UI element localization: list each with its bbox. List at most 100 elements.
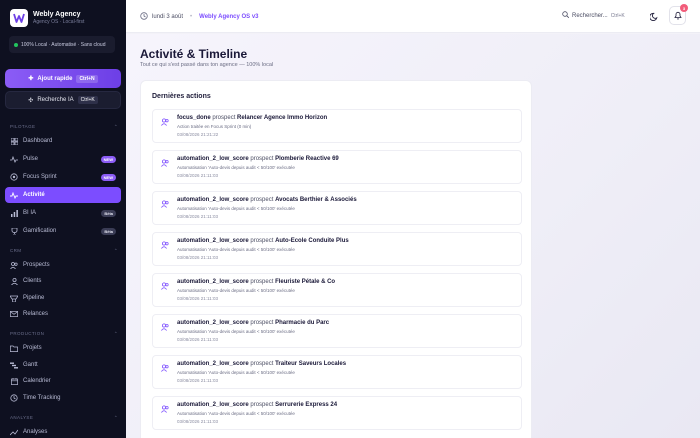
chevron-up-icon: ⌃ xyxy=(113,331,118,336)
action-detail: Automatisation 'Auto-devis depuis audit … xyxy=(177,329,295,334)
chevron-up-icon: ⌃ xyxy=(113,248,118,253)
grid-icon xyxy=(10,137,18,145)
action-type: focus_done xyxy=(177,115,211,121)
action-timestamp: 03/08/2026 21:11:03 xyxy=(177,296,218,301)
section-pilotage[interactable]: PILOTAGE ⌃ xyxy=(10,124,118,130)
sidebar: Webly Agency Agency OS · Local-first 100… xyxy=(0,0,126,438)
analytics-icon xyxy=(10,428,18,436)
clock-icon xyxy=(10,394,18,402)
notifications-button[interactable]: 3 xyxy=(669,4,688,25)
users-icon xyxy=(161,241,169,249)
activity-row[interactable]: automation_2_low_score prospect Avocats … xyxy=(152,191,522,225)
sidebar-item-pipeline[interactable]: Pipeline xyxy=(5,290,121,306)
sidebar-item-dashboard[interactable]: Dashboard xyxy=(5,133,121,149)
chart-icon xyxy=(10,209,18,217)
action-timestamp: 03/08/2026 21:11:03 xyxy=(177,378,218,383)
action-detail: Automatisation 'Auto-devis depuis audit … xyxy=(177,247,295,252)
sidebar-item-analyses[interactable]: Analyses xyxy=(5,424,121,438)
section-crm[interactable]: CRM ⌃ xyxy=(10,248,118,254)
users-icon xyxy=(161,323,169,331)
users-icon xyxy=(10,261,18,269)
action-target: Serrurerie Express 24 xyxy=(275,402,338,408)
action-detail: Automatisation 'Auto-devis depuis audit … xyxy=(177,370,295,375)
search-label: Rechercher... xyxy=(572,12,608,19)
page-subtitle: Tout ce qui s'est passé dans ton agence … xyxy=(140,62,274,68)
section-analyse[interactable]: ANALYSE ⌃ xyxy=(10,415,118,421)
users-icon xyxy=(161,282,169,290)
separator: • xyxy=(190,14,193,20)
webly-logo-icon xyxy=(10,9,28,27)
sidebar-item-prospects[interactable]: Prospects xyxy=(5,257,121,273)
activity-row[interactable]: automation_2_low_score prospect Traiteur… xyxy=(152,355,522,389)
users-icon xyxy=(161,159,169,167)
sidebar-item-bi-ia[interactable]: BI IA Bêta xyxy=(5,205,121,221)
brand[interactable]: Webly Agency Agency OS · Local-first xyxy=(10,9,84,27)
users-icon xyxy=(161,364,169,372)
gantt-icon xyxy=(10,361,18,369)
sidebar-item-focus-sprint[interactable]: Focus Sprint NEW xyxy=(5,169,121,185)
action-type: automation_2_low_score xyxy=(177,402,249,408)
section-production[interactable]: PRODUCTION ⌃ xyxy=(10,331,118,337)
sidebar-item-gantt[interactable]: Gantt xyxy=(5,357,121,373)
activity-icon xyxy=(10,191,18,199)
moon-icon xyxy=(649,12,657,21)
recent-actions-card: Dernières actions focus_done prospect Re… xyxy=(140,80,532,438)
sidebar-item-clients[interactable]: Clients xyxy=(5,273,121,289)
sidebar-item-pulse[interactable]: Pulse NEW xyxy=(5,151,121,167)
user-icon xyxy=(10,277,18,285)
sidebar-item-relances[interactable]: Relances xyxy=(5,306,121,322)
ai-search-shortcut: Ctrl+K xyxy=(77,96,98,104)
action-detail: Automatisation 'Auto-devis depuis audit … xyxy=(177,411,295,416)
card-title: Dernières actions xyxy=(152,93,211,100)
users-icon xyxy=(161,200,169,208)
pipeline-icon xyxy=(10,294,18,302)
action-timestamp: 03/08/2026 21:11:03 xyxy=(177,337,218,342)
action-target: Fleuriste Pétale & Co xyxy=(275,279,336,285)
users-icon xyxy=(161,118,169,126)
current-date: lundi 3 août xyxy=(152,14,184,20)
ai-search-button[interactable]: ✣ Recherche IA Ctrl+K xyxy=(5,91,121,109)
activity-row[interactable]: automation_2_low_score prospect Fleurist… xyxy=(152,273,522,307)
global-search-button[interactable]: Rechercher... Ctrl+K xyxy=(562,11,625,20)
activity-row[interactable]: automation_2_low_score prospect Serrurer… xyxy=(152,396,522,430)
target-icon xyxy=(10,173,18,181)
dark-mode-toggle[interactable] xyxy=(648,10,660,22)
action-detail: Automatisation 'Auto-devis depuis audit … xyxy=(177,165,295,170)
action-target: Pharmacie du Parc xyxy=(275,320,330,326)
sidebar-item-time-tracking[interactable]: Time Tracking xyxy=(5,390,121,406)
action-target: Auto-Ecole Conduite Plus xyxy=(275,238,349,244)
action-detail: Automatisation 'Auto-devis depuis audit … xyxy=(177,206,295,211)
action-timestamp: 03/08/2026 21:11:03 xyxy=(177,255,218,260)
sidebar-item-gamification[interactable]: Gamification Bêta xyxy=(5,223,121,239)
top-breadcrumb: lundi 3 août • Webly Agency OS v3 xyxy=(140,12,259,22)
quick-add-button[interactable]: ✚ Ajout rapide Ctrl+N xyxy=(5,69,121,88)
sidebar-item-calendrier[interactable]: Calendrier xyxy=(5,373,121,389)
activity-row[interactable]: automation_2_low_score prospect Plomberi… xyxy=(152,150,522,184)
users-icon xyxy=(161,405,169,413)
topbar: lundi 3 août • Webly Agency OS v3 Recher… xyxy=(126,0,700,33)
local-status-pill: 100% Local · Automatisé · Sans cloud xyxy=(9,36,115,53)
pulse-icon xyxy=(10,155,18,163)
page-title: Activité & Timeline xyxy=(140,47,248,61)
status-text: 100% Local · Automatisé · Sans cloud xyxy=(21,41,106,48)
brand-subtitle: Agency OS · Local-first xyxy=(33,19,85,25)
activity-row[interactable]: focus_done prospect Relancer Agence Immo… xyxy=(152,109,522,143)
new-badge: NEW xyxy=(100,173,116,181)
beta-badge: Bêta xyxy=(101,227,116,235)
activity-row[interactable]: automation_2_low_score prospect Auto-Eco… xyxy=(152,232,522,266)
action-detail: Action traitée en Focus Sprint (0 min) xyxy=(177,124,252,129)
chevron-up-icon: ⌃ xyxy=(113,124,118,129)
clock-icon xyxy=(140,12,148,22)
folder-icon xyxy=(10,344,18,352)
action-type: automation_2_low_score xyxy=(177,320,249,326)
action-detail: Automatisation 'Auto-devis depuis audit … xyxy=(177,288,295,293)
sidebar-item-activite[interactable]: Activité xyxy=(5,187,121,203)
new-badge: NEW xyxy=(100,155,116,163)
activity-row[interactable]: automation_2_low_score prospect Pharmaci… xyxy=(152,314,522,348)
search-shortcut: Ctrl+K xyxy=(610,12,625,19)
notification-count-badge: 3 xyxy=(680,4,688,12)
brand-name: Webly Agency xyxy=(33,11,81,18)
sidebar-item-projets[interactable]: Projets xyxy=(5,340,121,356)
calendar-icon xyxy=(10,377,18,385)
action-type: automation_2_low_score xyxy=(177,361,249,367)
